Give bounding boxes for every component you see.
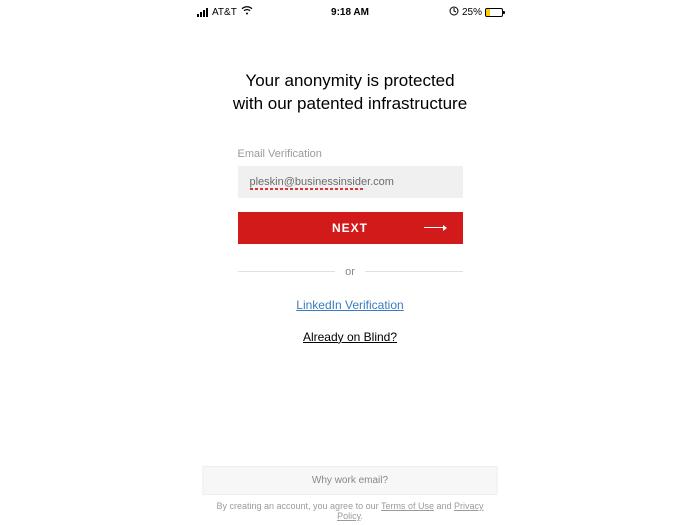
next-button[interactable]: NEXT	[238, 212, 463, 244]
legal-period: .	[360, 511, 363, 521]
alt-links: LinkedIn Verification Already on Blind?	[238, 296, 463, 344]
page-heading: Your anonymity is protected with our pat…	[210, 70, 490, 116]
why-work-email-button[interactable]: Why work email?	[203, 466, 498, 495]
legal-text: By creating an account, you agree to our…	[203, 495, 498, 525]
main-content: Your anonymity is protected with our pat…	[210, 70, 490, 344]
carrier-label: AT&T	[212, 7, 237, 18]
clock: 9:18 AM	[331, 7, 369, 18]
already-on-blind-link[interactable]: Already on Blind?	[238, 330, 463, 344]
divider-text: or	[345, 266, 355, 278]
divider-line-left	[238, 271, 336, 272]
wifi-icon	[241, 6, 253, 18]
signup-form: Email Verification NEXT or LinkedIn Veri…	[238, 148, 463, 344]
linkedin-verification-link[interactable]: LinkedIn Verification	[296, 298, 403, 312]
footer: Why work email? By creating an account, …	[203, 466, 498, 525]
arrow-right-icon	[424, 225, 447, 231]
battery-percent: 25%	[462, 7, 482, 18]
status-left: AT&T	[197, 6, 253, 18]
battery-icon	[485, 8, 503, 17]
email-field[interactable]	[238, 166, 463, 198]
legal-and: and	[434, 501, 454, 511]
email-field-wrapper	[238, 166, 463, 198]
status-bar: AT&T 9:18 AM 25%	[0, 4, 700, 20]
heading-line1: Your anonymity is protected	[210, 70, 490, 93]
status-right: 25%	[449, 6, 503, 18]
divider: or	[238, 266, 463, 278]
next-button-label: NEXT	[332, 221, 368, 235]
legal-prefix: By creating an account, you agree to our	[216, 501, 380, 511]
heading-line2: with our patented infrastructure	[210, 93, 490, 116]
email-label: Email Verification	[238, 148, 463, 160]
orientation-lock-icon	[449, 6, 459, 18]
divider-line-right	[365, 271, 463, 272]
signal-icon	[197, 8, 208, 17]
terms-of-use-link[interactable]: Terms of Use	[381, 501, 434, 511]
